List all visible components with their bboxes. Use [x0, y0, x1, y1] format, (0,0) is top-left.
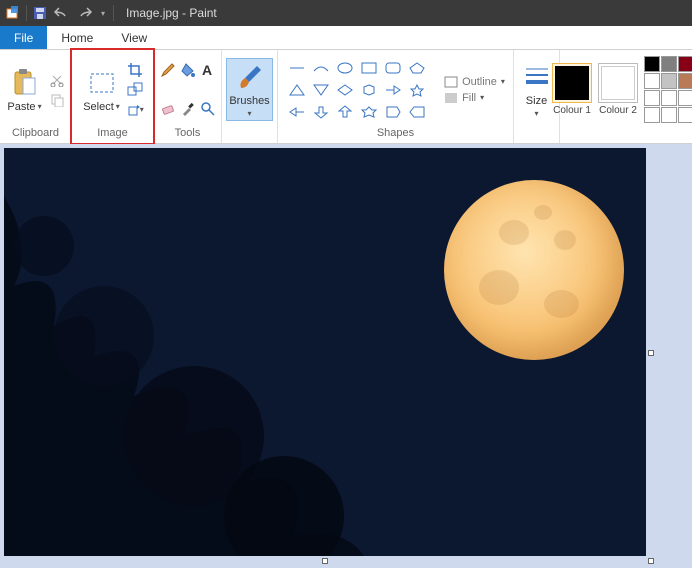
- paste-icon: [9, 67, 41, 99]
- qat-customize-icon[interactable]: ▾: [97, 9, 109, 18]
- palette-swatch[interactable]: [678, 107, 692, 123]
- zoom-icon[interactable]: [199, 100, 217, 118]
- group-shapes-label: Shapes: [377, 127, 414, 143]
- size-label: Size: [526, 95, 547, 107]
- svg-text:A: A: [202, 62, 212, 78]
- group-tools-label: Tools: [175, 127, 201, 143]
- tab-home[interactable]: Home: [47, 26, 107, 49]
- resize-handle[interactable]: [648, 350, 654, 356]
- tab-view[interactable]: View: [107, 26, 161, 49]
- brushes-icon: [234, 61, 266, 93]
- group-tools: A Tools: [154, 50, 222, 143]
- copy-icon[interactable]: [48, 91, 66, 109]
- resize-handle[interactable]: [648, 558, 654, 564]
- palette-swatch[interactable]: [644, 73, 660, 89]
- qat-redo-icon[interactable]: [73, 6, 97, 21]
- tab-file[interactable]: File: [0, 26, 47, 49]
- pencil-icon[interactable]: [159, 61, 177, 79]
- group-image: Select▾ ▾ Image: [72, 50, 154, 143]
- select-icon: [86, 67, 118, 99]
- titlebar: ▾ Image.jpg - Paint: [0, 0, 692, 26]
- colour1-label: Colour 1: [553, 105, 591, 116]
- group-shapes: Outline▾ Fill▾ Shapes: [278, 50, 514, 143]
- palette-swatch[interactable]: [644, 56, 660, 72]
- eraser-icon[interactable]: [159, 100, 177, 118]
- outline-button[interactable]: Outline▾: [444, 76, 505, 88]
- rotate-icon[interactable]: ▾: [126, 101, 144, 119]
- palette-swatch[interactable]: [661, 56, 677, 72]
- colour1-button[interactable]: Colour 1: [552, 63, 592, 116]
- palette-swatch[interactable]: [678, 73, 692, 89]
- colour2-button[interactable]: Colour 2: [598, 63, 638, 116]
- qat-save-icon[interactable]: [31, 4, 49, 22]
- palette-swatch[interactable]: [678, 56, 692, 72]
- fill-button[interactable]: Fill▾: [444, 92, 505, 104]
- fill-icon[interactable]: [179, 61, 197, 79]
- text-icon[interactable]: A: [199, 61, 217, 79]
- group-brushes: Brushes ▾: [222, 50, 278, 143]
- paint-app-icon: [4, 4, 22, 22]
- ribbon: Paste▾ Clipboard Select▾ ▾ Image: [0, 50, 692, 144]
- tree-silhouette: [4, 196, 364, 556]
- size-button[interactable]: Size ▾: [519, 59, 555, 120]
- paste-label: Paste: [7, 101, 35, 113]
- paste-button[interactable]: Paste▾: [5, 65, 43, 115]
- crop-icon[interactable]: [126, 61, 144, 79]
- palette-swatch[interactable]: [678, 90, 692, 106]
- group-colours: Colour 1 Colour 2: [560, 50, 686, 143]
- palette-swatch[interactable]: [661, 107, 677, 123]
- shape-options: Outline▾ Fill▾: [438, 76, 505, 104]
- palette-swatch[interactable]: [661, 90, 677, 106]
- colour2-label: Colour 2: [599, 105, 637, 116]
- brushes-label: Brushes: [229, 95, 269, 107]
- resize-icon[interactable]: [126, 81, 144, 99]
- shapes-gallery[interactable]: [286, 58, 434, 122]
- colour-palette[interactable]: [644, 56, 692, 123]
- qat-undo-icon[interactable]: [49, 6, 73, 21]
- select-button[interactable]: Select▾: [81, 65, 122, 115]
- moon-image: [444, 180, 624, 360]
- ribbon-tabs: File Home View: [0, 26, 692, 50]
- palette-swatch[interactable]: [644, 90, 660, 106]
- canvas-area: [0, 144, 692, 568]
- select-label: Select: [83, 101, 114, 113]
- picker-icon[interactable]: [179, 100, 197, 118]
- palette-swatch[interactable]: [661, 73, 677, 89]
- size-icon: [521, 61, 553, 93]
- cut-icon[interactable]: [48, 71, 66, 89]
- window-title: Image.jpg - Paint: [126, 6, 217, 20]
- group-clipboard: Paste▾ Clipboard: [0, 50, 72, 143]
- group-image-label: Image: [97, 127, 128, 143]
- brushes-button[interactable]: Brushes ▾: [226, 58, 272, 121]
- canvas[interactable]: [4, 148, 646, 556]
- group-clipboard-label: Clipboard: [12, 127, 59, 143]
- palette-swatch[interactable]: [644, 107, 660, 123]
- resize-handle[interactable]: [322, 558, 328, 564]
